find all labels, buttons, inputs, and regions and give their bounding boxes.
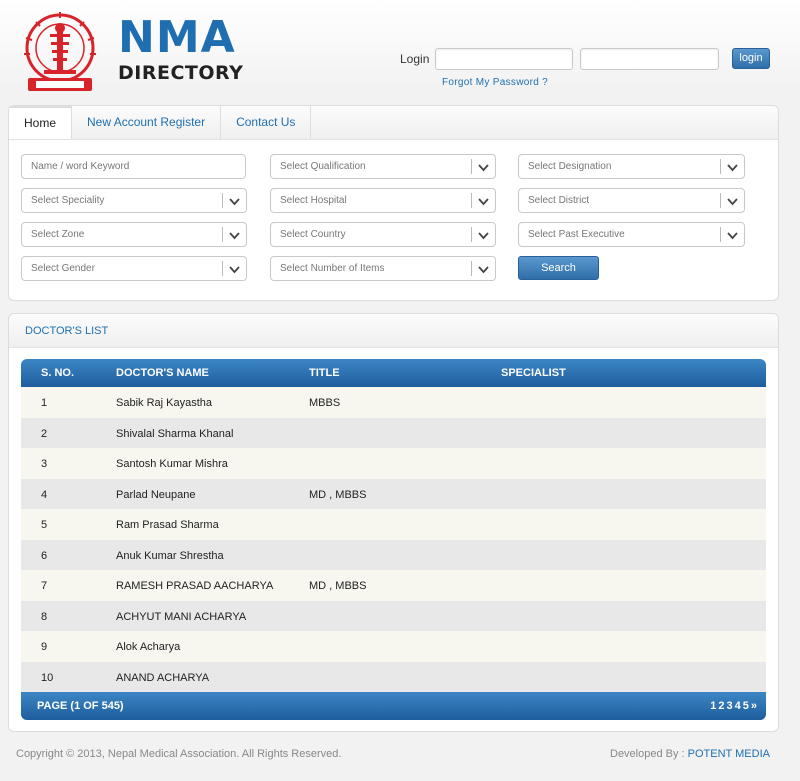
cell-name[interactable]: Santosh Kumar Mishra (116, 458, 228, 470)
cell-title: MBBS (309, 397, 341, 409)
gender-value: Select Gender (31, 263, 95, 274)
logo-directory: DIRECTORY (118, 62, 244, 84)
table-row[interactable]: 10 ANAND ACHARYA (21, 661, 766, 692)
page-link-5[interactable]: 5 (743, 700, 749, 712)
cell-name[interactable]: Sabik Raj Kayastha (116, 397, 212, 409)
qualification-select[interactable]: Select Qualification (270, 154, 496, 179)
country-value: Select Country (280, 229, 346, 240)
cell-sno: 1 (41, 397, 48, 409)
table-header: S. NO. DOCTOR'S NAME TITLE SPECIALIST (21, 359, 766, 387)
chevron-down-icon (478, 164, 489, 172)
cell-name[interactable]: Ram Prasad Sharma (116, 519, 219, 531)
cell-name[interactable]: ANAND ACHARYA (116, 672, 209, 684)
cell-sno: 10 (41, 671, 54, 684)
cell-sno: 9 (41, 641, 48, 653)
country-select[interactable]: Select Country (270, 222, 496, 247)
cell-name[interactable]: Shivalal Sharma Khanal (116, 428, 233, 440)
nav-new-account-register[interactable]: New Account Register (72, 106, 222, 139)
table-row[interactable]: 4 Parlad Neupane MD , MBBS (21, 478, 766, 509)
doctor-table-body: 1 Sabik Raj Kayastha MBBS 2 Shivalal Sha… (21, 387, 766, 692)
gender-select[interactable]: Select Gender (21, 256, 247, 281)
table-row[interactable]: 1 Sabik Raj Kayastha MBBS (21, 387, 766, 418)
chevron-down-icon (478, 232, 489, 240)
page-link-1[interactable]: 1 (710, 700, 716, 712)
chevron-down-icon (478, 266, 489, 274)
cell-sno: 2 (41, 427, 48, 440)
cell-sno: 6 (41, 549, 48, 562)
items-select[interactable]: Select Number of Items (270, 256, 496, 281)
cell-sno: 3 (41, 458, 48, 470)
table-row[interactable]: 9 Alok Acharya (21, 631, 766, 662)
developed-by-label: Developed By : (610, 748, 688, 760)
cell-sno: 7 (41, 580, 48, 592)
keyword-input[interactable]: Name / word Keyword (21, 154, 246, 179)
next-page-link[interactable]: » (751, 700, 757, 712)
chevron-down-icon (229, 198, 240, 206)
cell-name[interactable]: RAMESH PRASAD AACHARYA (116, 580, 273, 592)
chevron-down-icon (727, 198, 738, 206)
column-header-name: DOCTOR'S NAME (116, 367, 209, 379)
pagination: 1 2 3 4 5» (708, 700, 757, 712)
past-executive-value: Select Past Executive (528, 229, 625, 240)
qualification-value: Select Qualification (280, 161, 366, 172)
table-row[interactable]: 5 Ram Prasad Sharma (21, 509, 766, 540)
cell-title: MD , MBBS (309, 580, 367, 592)
cell-name[interactable]: ACHYUT MANI ACHARYA (116, 611, 246, 623)
search-button[interactable]: Search (518, 256, 599, 280)
table-row[interactable]: 7 RAMESH PRASAD AACHARYA MD , MBBS (21, 570, 766, 601)
cell-title: MD , MBBS (309, 488, 367, 501)
past-executive-select[interactable]: Select Past Executive (518, 222, 745, 247)
speciality-select[interactable]: Select Speciality (21, 188, 247, 213)
designation-select[interactable]: Select Designation (518, 154, 745, 179)
items-value: Select Number of Items (280, 263, 385, 274)
forgot-password-link[interactable]: Forgot My Password ? (442, 77, 548, 88)
nma-seal-logo (24, 12, 96, 91)
column-header-specialist: SPECIALIST (501, 367, 566, 379)
table-row[interactable]: 8 ACHYUT MANI ACHARYA (21, 600, 766, 631)
nav-contact-us[interactable]: Contact Us (221, 106, 312, 139)
login-label: Login (400, 52, 430, 66)
cell-sno: 5 (41, 519, 48, 531)
chevron-down-icon (727, 164, 738, 172)
chevron-down-icon (229, 232, 240, 240)
table-row[interactable]: 3 Santosh Kumar Mishra (21, 448, 766, 479)
site-logo-text: NMA DIRECTORY (118, 12, 244, 85)
login-password-input[interactable] (580, 48, 719, 70)
page-link-2[interactable]: 2 (718, 700, 724, 712)
copyright-text: Copyright © 2013, Nepal Medical Associat… (16, 748, 342, 760)
hospital-select[interactable]: Select Hospital (270, 188, 496, 213)
table-row[interactable]: 2 Shivalal Sharma Khanal (21, 417, 766, 448)
chevron-down-icon (727, 232, 738, 240)
hospital-value: Select Hospital (280, 195, 347, 206)
column-header-title: TITLE (309, 367, 340, 379)
designation-value: Select Designation (528, 161, 612, 172)
chevron-down-icon (229, 266, 240, 274)
zone-select[interactable]: Select Zone (21, 222, 247, 247)
district-value: Select District (528, 195, 590, 206)
developed-by: Developed By : POTENT MEDIA (610, 748, 770, 760)
cell-name[interactable]: Anuk Kumar Shrestha (116, 550, 224, 562)
keyword-placeholder: Name / word Keyword (31, 161, 130, 172)
speciality-value: Select Speciality (31, 195, 105, 206)
developer-link[interactable]: POTENT MEDIA (688, 748, 770, 760)
table-row[interactable]: 6 Anuk Kumar Shrestha (21, 539, 766, 570)
table-footer: PAGE (1 OF 545) 1 2 3 4 5» (21, 692, 766, 720)
main-nav: Home New Account Register Contact Us (9, 106, 778, 140)
column-header-sno: S. NO. (41, 367, 75, 379)
logo-nma: NMA (118, 12, 236, 63)
login-username-input[interactable] (435, 48, 573, 70)
chevron-down-icon (478, 198, 489, 206)
cell-name[interactable]: Alok Acharya (116, 641, 180, 653)
page-link-4[interactable]: 4 (735, 700, 741, 712)
nav-home[interactable]: Home (9, 106, 73, 139)
page-info: PAGE (1 OF 545) (37, 700, 124, 712)
cell-sno: 4 (41, 488, 48, 501)
cell-name[interactable]: Parlad Neupane (116, 489, 196, 501)
login-button[interactable]: login (732, 48, 770, 69)
cell-sno: 8 (41, 610, 48, 623)
zone-value: Select Zone (31, 229, 85, 240)
doctor-list-heading: DOCTOR'S LIST (9, 314, 778, 348)
page-link-3[interactable]: 3 (727, 700, 733, 712)
district-select[interactable]: Select District (518, 188, 745, 213)
